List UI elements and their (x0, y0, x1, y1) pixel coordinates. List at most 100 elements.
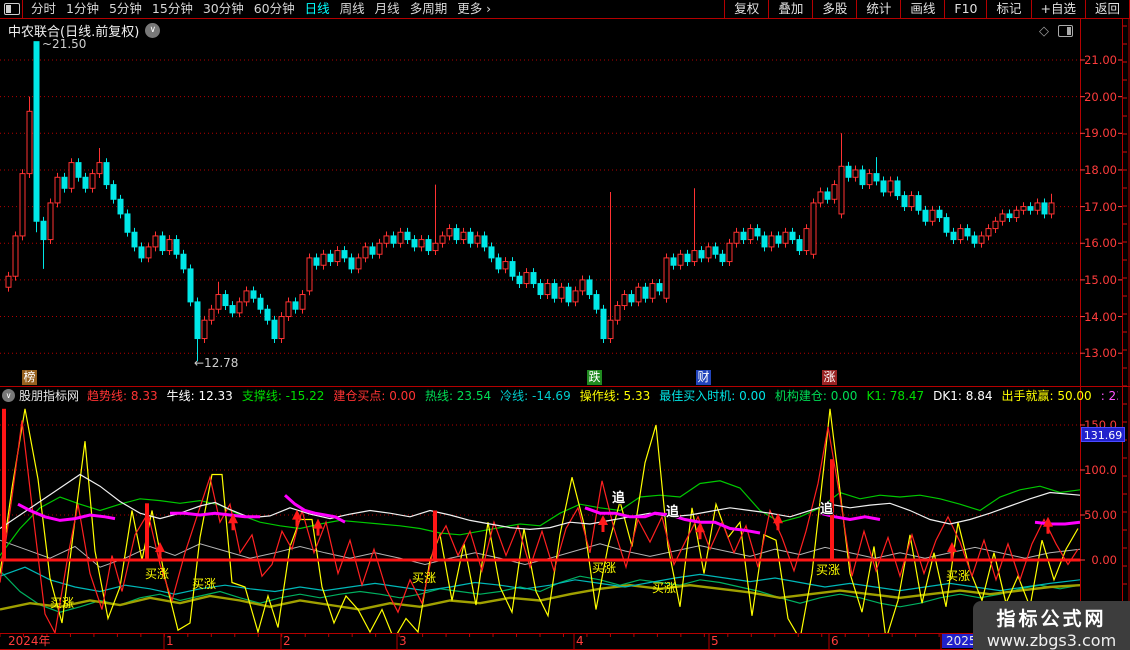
magenta-line (1035, 522, 1080, 524)
period-tab-8[interactable]: 周线 (340, 1, 365, 16)
indicator-value-8: 最佳买入时机: 0.00 (659, 389, 766, 403)
tool-button-7[interactable]: 标记 (986, 0, 1030, 18)
tool-button-6[interactable]: F10 (944, 0, 986, 18)
up-arrow-marker (947, 542, 957, 559)
tool-menu: 复权叠加多股统计画线F10标记+自选返回 (724, 0, 1130, 18)
price-tick-label: 18.00 (1077, 163, 1117, 177)
period-tab-9[interactable]: 月线 (375, 1, 400, 16)
period-tab-11[interactable]: 更多 › (457, 1, 491, 16)
top-menu-bar: 分时 1分钟 5分钟 15分钟 30分钟 60分钟日线周线月线多周期更多 › 复权叠加多股… (0, 0, 1130, 19)
diamond-icon[interactable]: ◇ (1039, 24, 1049, 39)
indicator-value-1: 趋势线: 8.33 (87, 389, 158, 403)
indicator-tick-label: 50.00 (1077, 508, 1117, 522)
indicator-values: 趋势线: 8.33 牛线: 12.33 支撑线: -15.22 建仓买点: 0.00 热… (87, 388, 1118, 403)
high-price-note: ~21.50 (42, 37, 86, 51)
period-tab-5[interactable]: 30分钟 (203, 1, 244, 16)
tool-button-2[interactable]: 叠加 (768, 0, 812, 18)
buy-signal-label: 买涨 (412, 572, 436, 585)
signal-bar (433, 511, 437, 561)
indicator-value-4: 建仓买点: 0.00 (333, 389, 416, 403)
price-tick-label: 17.00 (1077, 200, 1117, 214)
up-arrow-marker (155, 542, 165, 559)
tool-button-1[interactable]: 复权 (724, 0, 768, 18)
indicator-tick-label: 100.0 (1077, 463, 1117, 477)
indicator-value-box: 131.69 (1081, 427, 1125, 442)
tool-button-3[interactable]: 多股 (812, 0, 856, 18)
period-tab-2[interactable]: 1分钟 (66, 1, 99, 16)
indicator-header: ∨ 股朋指标网 趋势线: 8.33 牛线: 12.33 支撑线: -15.22 建仓买… (0, 388, 1118, 403)
price-tick-label: 14.00 (1077, 310, 1117, 324)
buy-signal-label: 买涨 (192, 578, 216, 591)
chevron-down-icon[interactable]: ∨ (145, 23, 160, 38)
buy-signal-label: 买涨 (145, 568, 169, 581)
chase-signal-label: 追 (666, 506, 679, 520)
period-tab-1[interactable]: 分时 (31, 1, 56, 16)
date-label: 4 (576, 634, 584, 648)
period-menu: 分时 1分钟 5分钟 15分钟 30分钟 60分钟日线周线月线多周期更多 › (22, 0, 501, 18)
indicator-tick-label: 0.00 (1077, 553, 1117, 567)
window-layout-icon[interactable] (4, 3, 20, 15)
indicator-value-3: 支撑线: -15.22 (242, 389, 325, 403)
date-label: 2 (283, 634, 291, 648)
buy-signal-label: 买涨 (50, 597, 74, 610)
date-axis[interactable]: 2024年1234562025 (0, 633, 1130, 650)
period-tab-3[interactable]: 5分钟 (109, 1, 142, 16)
price-tick-label: 21.00 (1077, 53, 1117, 67)
indicator-value-7: 操作线: 5.33 (580, 389, 651, 403)
tool-button-9[interactable]: 返回 (1085, 0, 1129, 18)
period-tab-4[interactable]: 15分钟 (152, 1, 193, 16)
date-label: 5 (711, 634, 719, 648)
watermark-site-name: 指标公式网 (973, 604, 1130, 631)
site-watermark: 指标公式网 www.zbgs3.com (973, 601, 1130, 650)
up-arrow-marker (598, 515, 608, 532)
date-label: 3 (399, 634, 407, 648)
white-line (0, 475, 1080, 530)
panel-split-icon[interactable] (1058, 25, 1073, 37)
buy-signal-label: 买涨 (652, 582, 676, 595)
indicator-value-13: : 23.54 (1101, 389, 1118, 403)
period-tab-10[interactable]: 多周期 (410, 1, 448, 16)
buy-signal-label: 买涨 (946, 570, 970, 583)
period-tab-6[interactable]: 60分钟 (254, 1, 295, 16)
price-tick-label: 16.00 (1077, 236, 1117, 250)
magenta-line (170, 513, 260, 517)
app-window: 分时 1分钟 5分钟 15分钟 30分钟 60分钟日线周线月线多周期更多 › 复权叠加多股… (0, 0, 1130, 650)
chase-signal-label: 追 (612, 492, 625, 506)
indicator-title: 股朋指标网 (19, 388, 79, 403)
tool-button-4[interactable]: 统计 (856, 0, 900, 18)
indicator-value-9: 机构建仓: 0.00 (775, 389, 858, 403)
watermark-site-url: www.zbgs3.com (973, 631, 1130, 650)
date-label: 1 (166, 634, 174, 648)
indicator-layer (0, 409, 1080, 639)
yellow-line (0, 409, 1078, 639)
signal-bar (2, 409, 6, 560)
chart-canvas[interactable] (0, 0, 1130, 650)
price-tick-label: 15.00 (1077, 273, 1117, 287)
chase-signal-label: 追 (820, 503, 833, 517)
tool-button-8[interactable]: +自选 (1031, 0, 1085, 18)
up-arrow-marker (695, 522, 705, 539)
price-tick-label: 13.00 (1077, 346, 1117, 360)
marquee-watermark-char: 财 (696, 370, 711, 385)
tool-button-5[interactable]: 画线 (900, 0, 944, 18)
indicator-value-10: K1: 78.47 (866, 389, 924, 403)
signal-bar (145, 503, 149, 560)
candles-layer (6, 42, 1054, 362)
up-arrow-marker (292, 510, 302, 527)
indicator-value-2: 牛线: 12.33 (167, 389, 233, 403)
low-price-note: ←12.78 (194, 356, 238, 370)
date-label: 2024年 (8, 634, 51, 648)
indicator-value-12: 出手就赢: 50.00 (1001, 389, 1091, 403)
marquee-watermark-char: 跌 (587, 370, 602, 385)
olive-line (0, 585, 1080, 609)
period-tab-7[interactable]: 日线 (305, 1, 330, 16)
indicator-value-5: 热线: 23.54 (425, 389, 491, 403)
chevron-down-icon[interactable]: ∨ (2, 389, 15, 402)
indicator-value-6: 冷线: -14.69 (500, 389, 571, 403)
marquee-watermark-char: 涨 (822, 370, 837, 385)
buy-signal-label: 买涨 (816, 564, 840, 577)
price-axis[interactable]: 21.0020.0019.0018.0017.0016.0015.0014.00… (1080, 18, 1121, 633)
marquee-watermark-char: 榜 (22, 370, 37, 385)
indicator-value-11: DK1: 8.84 (933, 389, 992, 403)
price-tick-label: 20.00 (1077, 90, 1117, 104)
